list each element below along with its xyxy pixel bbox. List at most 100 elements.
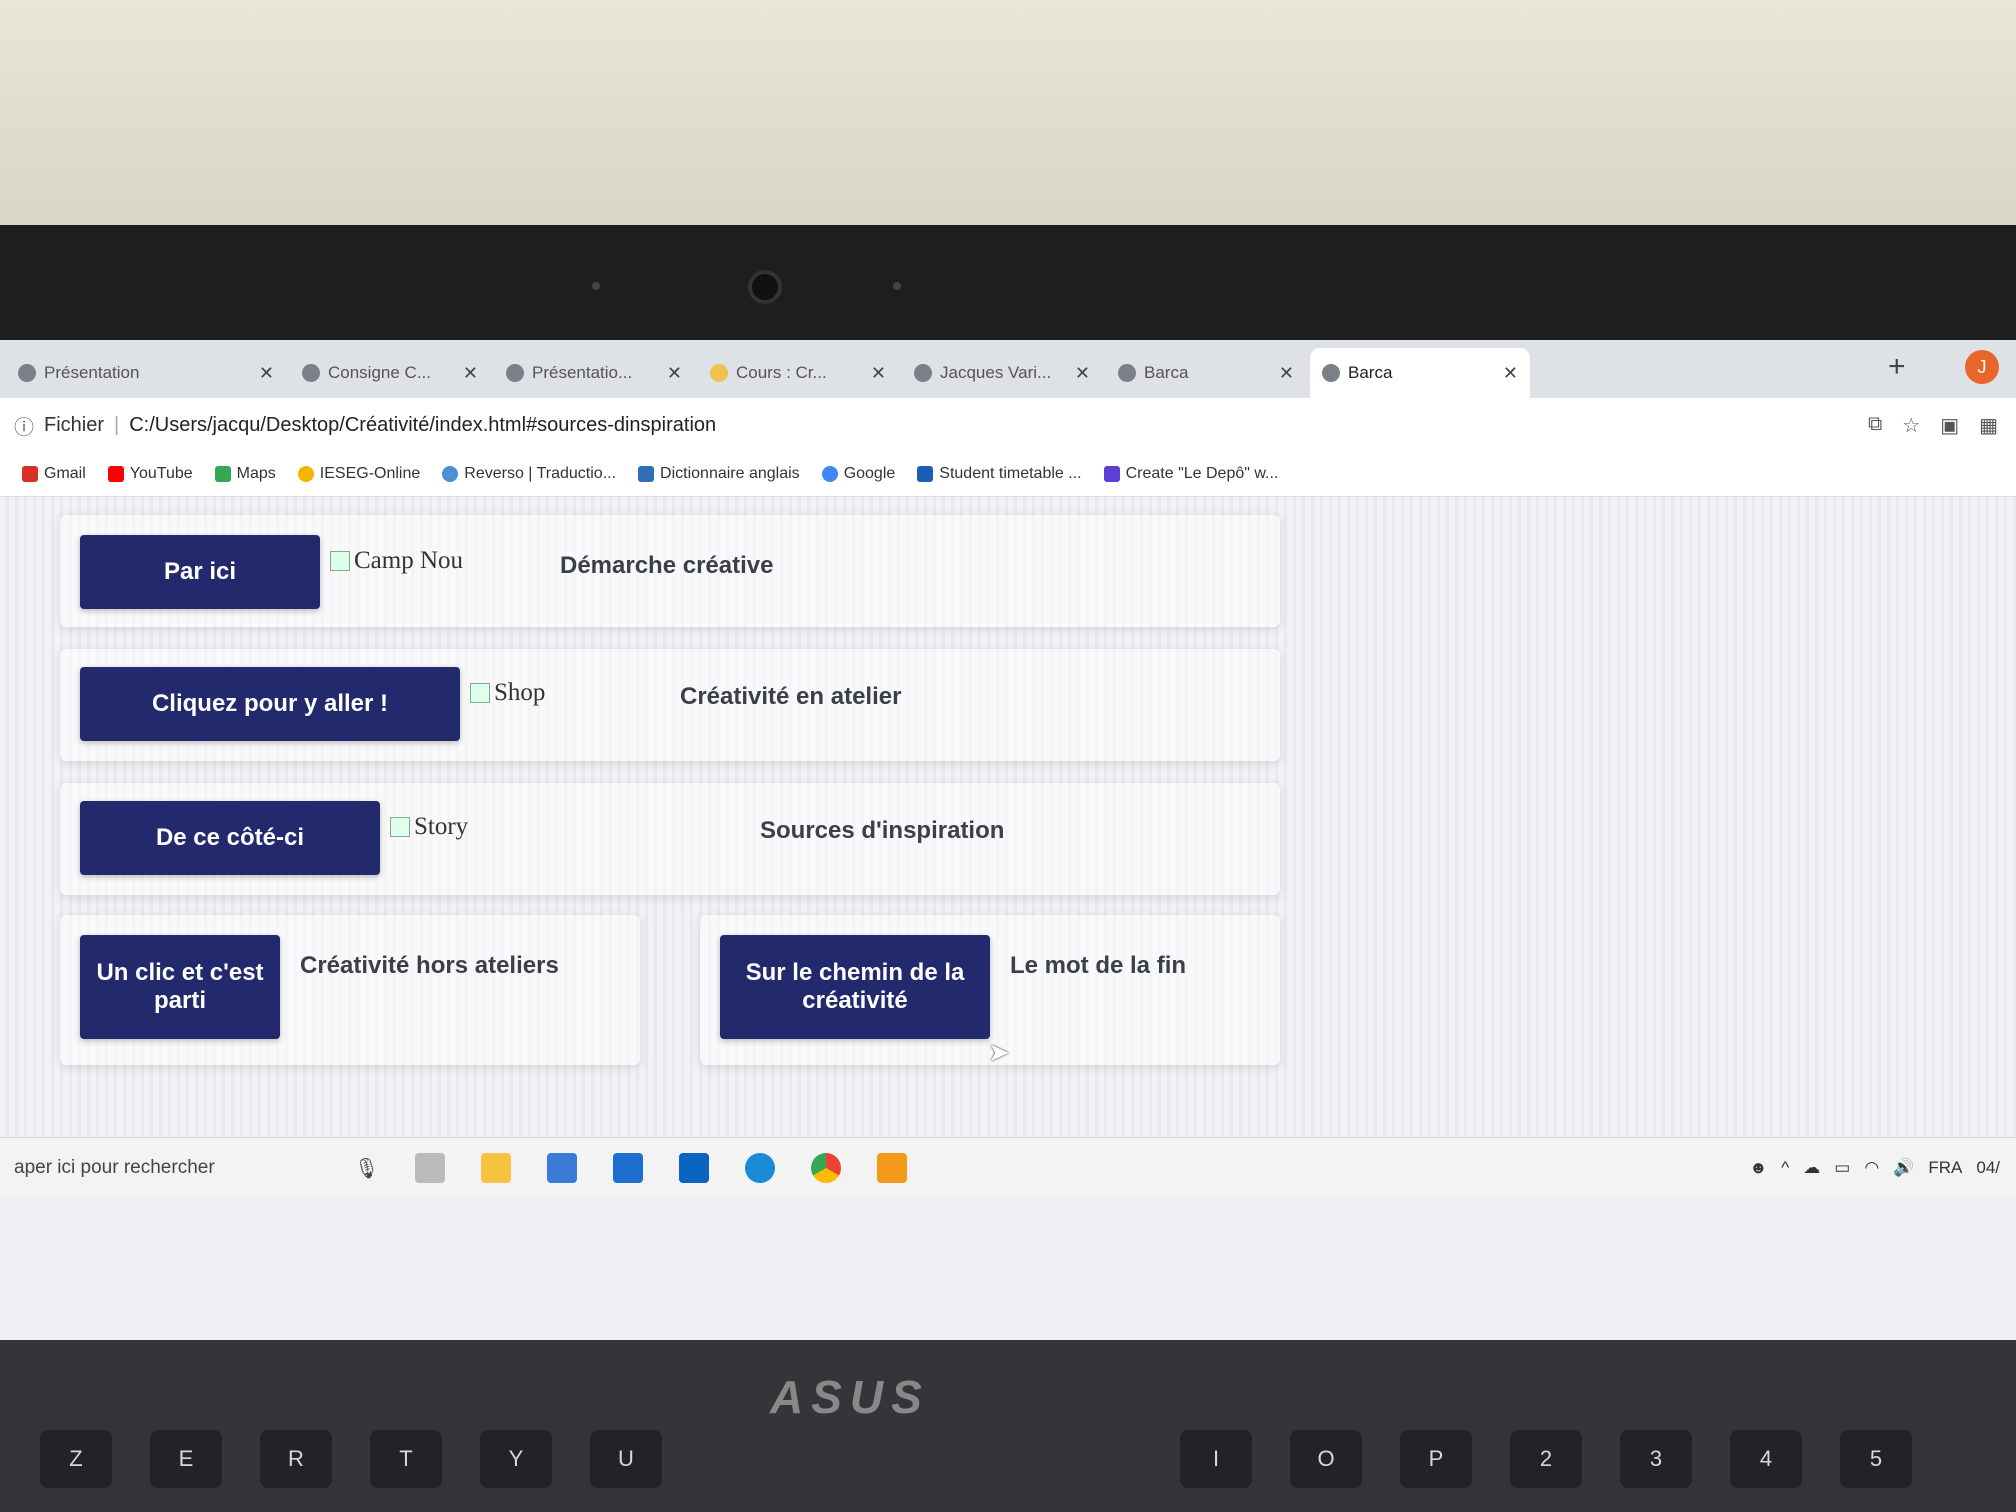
taskbar-search[interactable]: aper ici pour rechercher — [14, 1157, 354, 1179]
keyboard-key: U — [590, 1430, 662, 1488]
tab-label: Présentatio... — [532, 363, 633, 382]
clock-date[interactable]: 04/ — [1976, 1158, 2000, 1178]
profile-avatar[interactable]: J — [1965, 350, 1999, 384]
sur-le-chemin-de-la-creativite-button[interactable]: Sur le chemin de la créativité — [720, 935, 990, 1039]
tab-label: Consigne C... — [328, 363, 431, 382]
camp-nou-image-link[interactable]: Camp Nou — [330, 547, 463, 575]
close-icon[interactable]: ✕ — [1503, 363, 1518, 384]
edge-icon[interactable] — [745, 1153, 776, 1183]
image-alt-text: Camp Nou — [354, 547, 464, 574]
tab-bar: Présentation ✕ Consigne C... ✕ Présentat… — [0, 340, 2016, 398]
keyboard-key: 4 — [1730, 1430, 1802, 1488]
keyboard-key: T — [370, 1430, 442, 1488]
globe-icon — [1322, 364, 1340, 382]
close-icon[interactable]: ✕ — [1279, 363, 1294, 384]
tab[interactable]: Cours : Cr... ✕ — [698, 348, 898, 398]
tab-active[interactable]: Barca ✕ — [1310, 348, 1530, 398]
broken-image-icon — [390, 817, 410, 837]
youtube-icon — [107, 466, 124, 482]
bookmark-ieseg[interactable]: IESEG-Online — [297, 465, 420, 483]
reading-list-icon[interactable]: ▣ — [1940, 413, 1959, 438]
keyboard-key: E — [150, 1430, 222, 1488]
mail-icon[interactable] — [613, 1153, 644, 1183]
bookmark-dictionnaire[interactable]: Dictionnaire anglais — [638, 465, 800, 483]
timetable-icon — [917, 466, 934, 482]
bookmark-student-timetable[interactable]: Student timetable ... — [917, 465, 1082, 483]
address-bar: ⓘ Fichier | C:/Users/jacqu/Desktop/Créat… — [0, 398, 2016, 452]
globe-icon — [18, 364, 36, 382]
wordreference-icon — [638, 466, 655, 482]
globe-icon — [914, 364, 932, 382]
microphone-icon[interactable]: 🎙 — [354, 1156, 379, 1181]
globe-icon — [506, 364, 524, 382]
brand-logo: ASUS — [770, 1371, 930, 1423]
image-alt-text: Shop — [494, 679, 546, 706]
bookmark-gmail[interactable]: Gmail — [22, 465, 86, 483]
section-heading: Créativité hors ateliers — [300, 952, 559, 979]
tab[interactable]: Consigne C... ✕ — [290, 348, 490, 398]
bookmark-reverso[interactable]: Reverso | Traductio... — [442, 465, 616, 483]
close-icon[interactable]: ✕ — [463, 363, 478, 384]
tab[interactable]: Présentation ✕ — [6, 348, 286, 398]
wall-background — [0, 0, 2016, 230]
cliquez-pour-y-aller-button[interactable]: Cliquez pour y aller ! — [80, 667, 460, 741]
teams-icon — [1103, 466, 1120, 482]
bookmark-youtube[interactable]: YouTube — [107, 465, 193, 483]
bookmark-maps[interactable]: Maps — [214, 465, 276, 483]
par-ici-button[interactable]: Par ici — [80, 535, 320, 609]
keyboard-key: Y — [480, 1430, 552, 1488]
close-icon[interactable]: ✕ — [871, 363, 886, 384]
maps-icon — [214, 466, 231, 482]
sublime-icon[interactable] — [877, 1153, 908, 1183]
battery-icon[interactable]: ▭ — [1834, 1158, 1850, 1178]
de-ce-cote-ci-button[interactable]: De ce côté-ci — [80, 801, 380, 875]
file-explorer-icon[interactable] — [481, 1153, 512, 1183]
close-icon[interactable]: ✕ — [1075, 363, 1090, 384]
people-icon[interactable]: ☻ — [1749, 1158, 1767, 1178]
keyboard-key: 5 — [1840, 1430, 1912, 1488]
bookmark-label: Google — [843, 465, 896, 482]
onedrive-icon[interactable]: ☁ — [1803, 1158, 1820, 1178]
url-text[interactable]: C:/Users/jacqu/Desktop/Créativité/index.… — [129, 414, 716, 437]
globe-icon — [1118, 364, 1136, 382]
section-heading: Le mot de la fin — [1010, 952, 1187, 979]
info-icon[interactable]: ⓘ — [14, 411, 34, 440]
screen-bezel — [0, 225, 2016, 355]
section-heading: Créativité en atelier — [680, 683, 902, 710]
outlook-icon[interactable] — [679, 1153, 710, 1183]
reverso-icon — [442, 466, 459, 482]
translate-icon[interactable]: ⧉ — [1868, 413, 1882, 438]
close-icon[interactable]: ✕ — [667, 363, 682, 384]
keyboard-key: P — [1400, 1430, 1472, 1488]
chrome-icon[interactable] — [811, 1153, 842, 1183]
cours-icon — [710, 364, 728, 382]
task-view-icon[interactable] — [415, 1153, 446, 1183]
tab-label: Jacques Vari... — [940, 363, 1052, 382]
tab[interactable]: Barca ✕ — [1106, 348, 1306, 398]
shop-image-link[interactable]: Shop — [470, 679, 545, 707]
store-icon[interactable] — [547, 1153, 578, 1183]
extension-icon[interactable]: ▦ — [1979, 413, 1998, 438]
star-icon[interactable]: ☆ — [1902, 413, 1920, 438]
un-clic-et-cest-parti-button[interactable]: Un clic et c'est parti — [80, 935, 280, 1039]
tab[interactable]: Jacques Vari... ✕ — [902, 348, 1102, 398]
volume-icon[interactable]: 🔊 — [1893, 1158, 1914, 1178]
tab[interactable]: Présentatio... ✕ — [494, 348, 694, 398]
webcam — [748, 270, 782, 304]
bookmark-google[interactable]: Google — [821, 465, 896, 483]
mouse-pointer-icon: ➤ — [988, 1037, 1010, 1067]
language-indicator[interactable]: FRA — [1928, 1158, 1962, 1178]
globe-icon — [302, 364, 320, 382]
bookmark-create-le-depo[interactable]: Create "Le Depô" w... — [1103, 465, 1279, 483]
google-icon — [821, 466, 838, 482]
close-icon[interactable]: ✕ — [259, 363, 274, 384]
section-heading: Démarche créative — [560, 552, 774, 579]
chevron-up-icon[interactable]: ^ — [1781, 1158, 1789, 1178]
story-image-link[interactable]: Story — [390, 813, 468, 841]
bookmark-label: Create "Le Depô" w... — [1125, 465, 1279, 482]
bookmark-label: Student timetable ... — [939, 465, 1082, 482]
wifi-icon[interactable]: ◠ — [1864, 1158, 1879, 1178]
url-scheme: Fichier — [44, 413, 105, 436]
new-tab-button[interactable]: + — [1888, 350, 1906, 384]
image-alt-text: Story — [414, 813, 469, 840]
